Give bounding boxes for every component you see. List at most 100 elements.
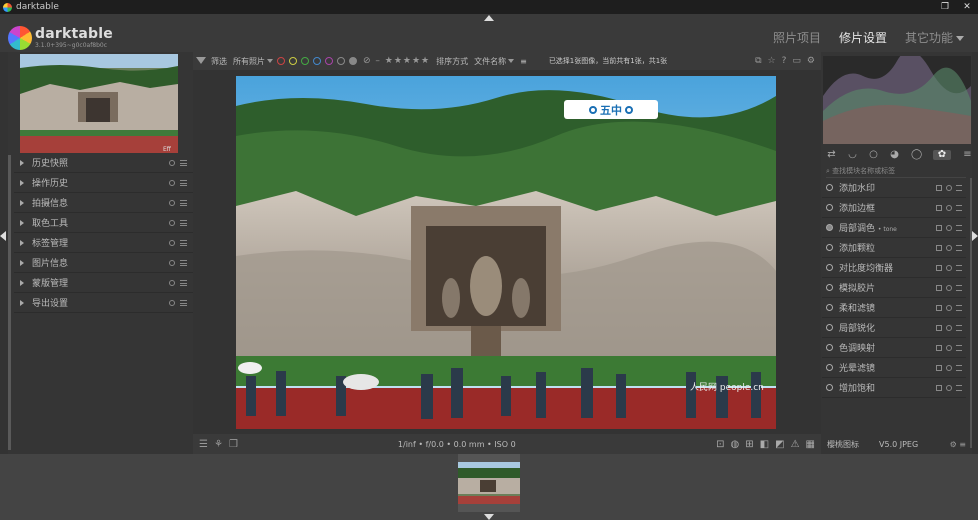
zoom-level-label[interactable]: Eff bbox=[163, 146, 171, 153]
power-toggle-icon[interactable] bbox=[826, 284, 833, 291]
reset-icon[interactable] bbox=[946, 284, 952, 291]
quick-access-tab-icon[interactable]: ⇄ bbox=[827, 150, 836, 160]
module-split-toning[interactable]: 局部调色 • tone bbox=[822, 218, 966, 238]
presets-menu-icon[interactable] bbox=[180, 159, 187, 166]
presets-menu-icon[interactable] bbox=[956, 284, 962, 291]
module-color-picker[interactable]: 取色工具 bbox=[14, 213, 193, 233]
settings-icons[interactable]: ⚙ ≡ bbox=[950, 440, 966, 449]
presets-menu-icon[interactable] bbox=[180, 299, 187, 306]
module-grain[interactable]: 添加颗粒 bbox=[822, 238, 966, 258]
color-modules-tab-icon[interactable]: ◕ bbox=[890, 150, 899, 160]
module-film-simulation[interactable]: 模拟胶片 bbox=[822, 278, 966, 298]
navigation-thumbnail[interactable] bbox=[20, 54, 178, 153]
main-image[interactable] bbox=[236, 76, 776, 429]
presets-menu-icon[interactable] bbox=[956, 384, 962, 391]
color-label-green-icon[interactable] bbox=[301, 57, 309, 65]
multi-instance-icon[interactable] bbox=[936, 224, 942, 231]
view-darkroom[interactable]: 修片设置 bbox=[839, 29, 887, 46]
module-snapshots[interactable]: 历史快照 bbox=[14, 153, 193, 173]
reset-icon[interactable] bbox=[946, 324, 952, 331]
presets-menu-icon[interactable] bbox=[180, 199, 187, 206]
module-tagging[interactable]: 标签管理 bbox=[14, 233, 193, 253]
module-image-information[interactable]: 图片信息 bbox=[14, 253, 193, 273]
multi-instance-icon[interactable] bbox=[936, 244, 942, 251]
styles-icon[interactable]: ⚘ bbox=[214, 439, 223, 450]
sort-select[interactable]: 文件名称 bbox=[474, 56, 515, 67]
second-window-icon[interactable]: ❒ bbox=[229, 439, 238, 450]
gamut-check-icon[interactable]: ⚠ bbox=[791, 439, 800, 450]
reset-icon[interactable] bbox=[946, 344, 952, 351]
correction-modules-tab-icon[interactable]: ◯ bbox=[911, 150, 922, 160]
multi-instance-icon[interactable] bbox=[936, 344, 942, 351]
multi-instance-icon[interactable] bbox=[936, 384, 942, 391]
effects-modules-tab-icon[interactable]: ✿ bbox=[933, 150, 951, 160]
presets-menu-icon[interactable] bbox=[956, 204, 962, 211]
power-toggle-icon[interactable] bbox=[826, 324, 833, 331]
grouping-icon[interactable]: ⧉ bbox=[755, 56, 761, 66]
style-selector[interactable]: 樱桃图标 bbox=[827, 439, 859, 450]
reset-icon[interactable] bbox=[946, 204, 952, 211]
star-overlay-icon[interactable]: ☆ bbox=[768, 56, 776, 66]
reset-icon[interactable] bbox=[169, 199, 175, 206]
focus-peaking-icon[interactable]: ⊡ bbox=[716, 439, 724, 450]
multi-instance-icon[interactable] bbox=[936, 184, 942, 191]
color-assessment-icon[interactable]: ◍ bbox=[731, 439, 740, 450]
module-tone-mapping[interactable]: 色调映射 bbox=[822, 338, 966, 358]
color-label-yellow-icon[interactable] bbox=[289, 57, 297, 65]
reset-icon[interactable] bbox=[169, 299, 175, 306]
restore-window-icon[interactable]: ❐ bbox=[934, 2, 956, 12]
quick-access-icon[interactable]: ☰ bbox=[199, 439, 208, 450]
multi-instance-icon[interactable] bbox=[936, 284, 942, 291]
filmstrip-thumbnail[interactable] bbox=[458, 454, 520, 512]
active-modules-tab-icon[interactable]: ◡ bbox=[848, 150, 857, 160]
collapse-bottom-arrow-icon[interactable] bbox=[484, 514, 494, 520]
gear-icon[interactable]: ⚙ bbox=[807, 56, 815, 66]
module-soften[interactable]: 柔和滤镜 bbox=[822, 298, 966, 318]
rating-stars-icon[interactable]: ⊘ – ★★★★★ bbox=[363, 56, 430, 66]
presets-menu-icon[interactable] bbox=[180, 279, 187, 286]
collapse-left-arrow-icon[interactable] bbox=[0, 231, 6, 241]
power-toggle-icon[interactable] bbox=[826, 384, 833, 391]
module-framing[interactable]: 添加边框 bbox=[822, 198, 966, 218]
reset-icon[interactable] bbox=[946, 364, 952, 371]
histogram[interactable] bbox=[823, 56, 971, 144]
reset-icon[interactable] bbox=[946, 244, 952, 251]
reset-icon[interactable] bbox=[946, 224, 952, 231]
right-panel-scrollbar[interactable] bbox=[970, 178, 972, 448]
view-other-wrapper[interactable]: 其它功能 bbox=[905, 29, 964, 46]
raw-overexposed-icon[interactable]: ⊞ bbox=[745, 439, 753, 450]
base-modules-tab-icon[interactable]: ○ bbox=[869, 150, 878, 160]
reset-icon[interactable] bbox=[946, 384, 952, 391]
left-panel-scrollbar[interactable] bbox=[8, 155, 11, 450]
view-lighttable[interactable]: 照片项目 bbox=[773, 29, 821, 46]
reset-icon[interactable] bbox=[169, 179, 175, 186]
softproof-icon[interactable]: ◩ bbox=[775, 439, 784, 450]
collapse-top-arrow-icon[interactable] bbox=[484, 15, 494, 21]
presets-menu-icon[interactable] bbox=[180, 239, 187, 246]
presets-menu-icon[interactable] bbox=[956, 344, 962, 351]
module-duplicate-manager[interactable]: 拍摄信息 bbox=[14, 193, 193, 213]
module-sharpen[interactable]: 局部锐化 bbox=[822, 318, 966, 338]
reset-icon[interactable] bbox=[169, 239, 175, 246]
reset-icon[interactable] bbox=[169, 219, 175, 226]
groups-menu-icon[interactable]: ≡ bbox=[963, 150, 972, 160]
color-label-red-icon[interactable] bbox=[277, 57, 285, 65]
power-toggle-icon[interactable] bbox=[826, 344, 833, 351]
color-label-blue-icon[interactable] bbox=[313, 57, 321, 65]
reset-icon[interactable] bbox=[169, 159, 175, 166]
help-icon[interactable]: ? bbox=[782, 56, 787, 66]
module-watermark[interactable]: 添加水印 bbox=[822, 178, 966, 198]
power-toggle-icon[interactable] bbox=[826, 184, 833, 191]
presets-menu-icon[interactable] bbox=[956, 264, 962, 271]
presets-menu-icon[interactable] bbox=[956, 324, 962, 331]
power-toggle-icon[interactable] bbox=[826, 304, 833, 311]
multi-instance-icon[interactable] bbox=[936, 204, 942, 211]
reset-icon[interactable] bbox=[946, 264, 952, 271]
multi-instance-icon[interactable] bbox=[936, 304, 942, 311]
clipping-icon[interactable]: ◧ bbox=[760, 439, 769, 450]
view-other[interactable]: 其它功能 bbox=[905, 31, 953, 45]
presets-menu-icon[interactable] bbox=[956, 364, 962, 371]
power-toggle-icon[interactable] bbox=[826, 244, 833, 251]
power-toggle-icon[interactable] bbox=[826, 204, 833, 211]
guides-icon[interactable]: ▦ bbox=[806, 439, 815, 450]
